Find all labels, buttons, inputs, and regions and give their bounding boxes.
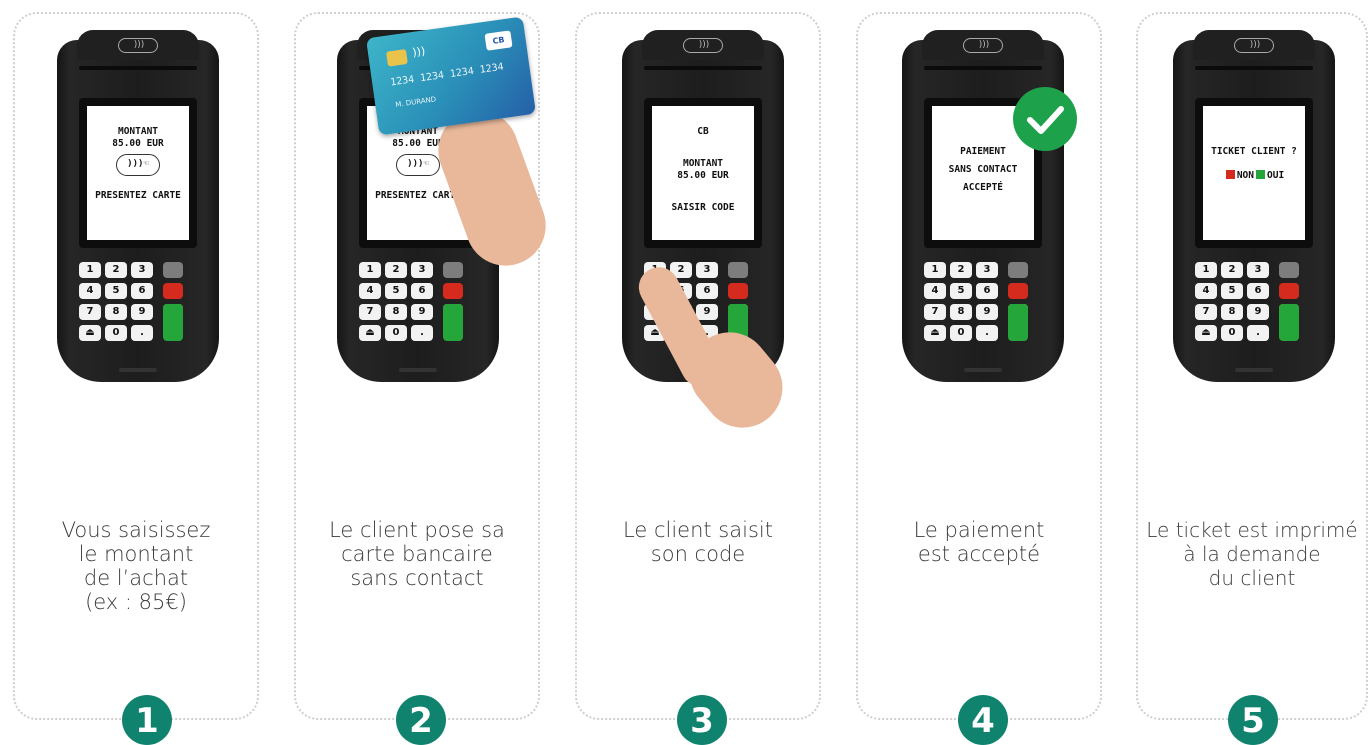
contactless-icon: ))) bbox=[683, 38, 723, 53]
contactless-icon: ))) bbox=[963, 38, 1003, 53]
terminal-screen: MONTANT 85.00 EUR )))☜ PRESENTEZ CARTE bbox=[87, 106, 189, 240]
payment-terminal-4: ))) PAIEMENT SANS CONTACT ACCEPTÉ 123 45… bbox=[902, 30, 1064, 382]
payment-terminal-1: ))) MONTANT 85.00 EUR )))☜ PRESENTEZ CAR… bbox=[57, 30, 219, 382]
contactless-icon: ))) bbox=[411, 44, 427, 60]
paper-feed-icon: ⏏ bbox=[79, 325, 101, 341]
step-caption-1: Vous saisissez le montant de l’achat (ex : … bbox=[61, 518, 211, 614]
card-chip-icon bbox=[386, 49, 408, 67]
step-caption-4: Le paiement est accepté bbox=[913, 518, 1045, 566]
step-number-5: 5 bbox=[1228, 695, 1278, 745]
terminal-screen: TICKET CLIENT ? NON OUI bbox=[1203, 106, 1305, 240]
step-caption-2: Le client pose sa carte bancaire sans cont… bbox=[329, 518, 505, 590]
step-number-4: 4 bbox=[958, 695, 1008, 745]
keypad: 123 456 789 ⏏0. bbox=[79, 262, 197, 346]
keypad: 123 456 789 ⏏0. bbox=[359, 262, 477, 346]
contactless-icon: ))) bbox=[1234, 38, 1274, 53]
step-number-2: 2 bbox=[396, 695, 446, 745]
contactless-icon: )))☜ bbox=[396, 154, 440, 176]
check-icon bbox=[1013, 87, 1077, 151]
paper-feed-icon: ⏏ bbox=[924, 325, 946, 341]
paper-feed-icon: ⏏ bbox=[1195, 325, 1217, 341]
paper-feed-icon: ⏏ bbox=[359, 325, 381, 341]
contactless-icon: ))) bbox=[118, 38, 158, 53]
keypad: 123 456 789 ⏏0. bbox=[1195, 262, 1313, 346]
contactless-icon: )))☜ bbox=[116, 154, 160, 176]
step-number-3: 3 bbox=[677, 695, 727, 745]
payment-terminal-5: ))) TICKET CLIENT ? NON OUI 123 456 789 ⏏… bbox=[1173, 30, 1335, 382]
step-caption-3: Le client saisit son code bbox=[623, 518, 773, 566]
step-number-1: 1 bbox=[122, 695, 172, 745]
terminal-screen: CB MONTANT 85.00 EUR SAISIR CODE bbox=[652, 106, 754, 240]
card-number: 1234 1234 1234 1234 bbox=[389, 61, 505, 89]
cb-logo: CB bbox=[484, 30, 513, 51]
card-holder: M. DURAND bbox=[394, 95, 437, 109]
keypad: 123 456 789 ⏏0. bbox=[924, 262, 1042, 346]
step-caption-5: Le ticket est imprimé à la demande du clie… bbox=[1146, 518, 1358, 590]
